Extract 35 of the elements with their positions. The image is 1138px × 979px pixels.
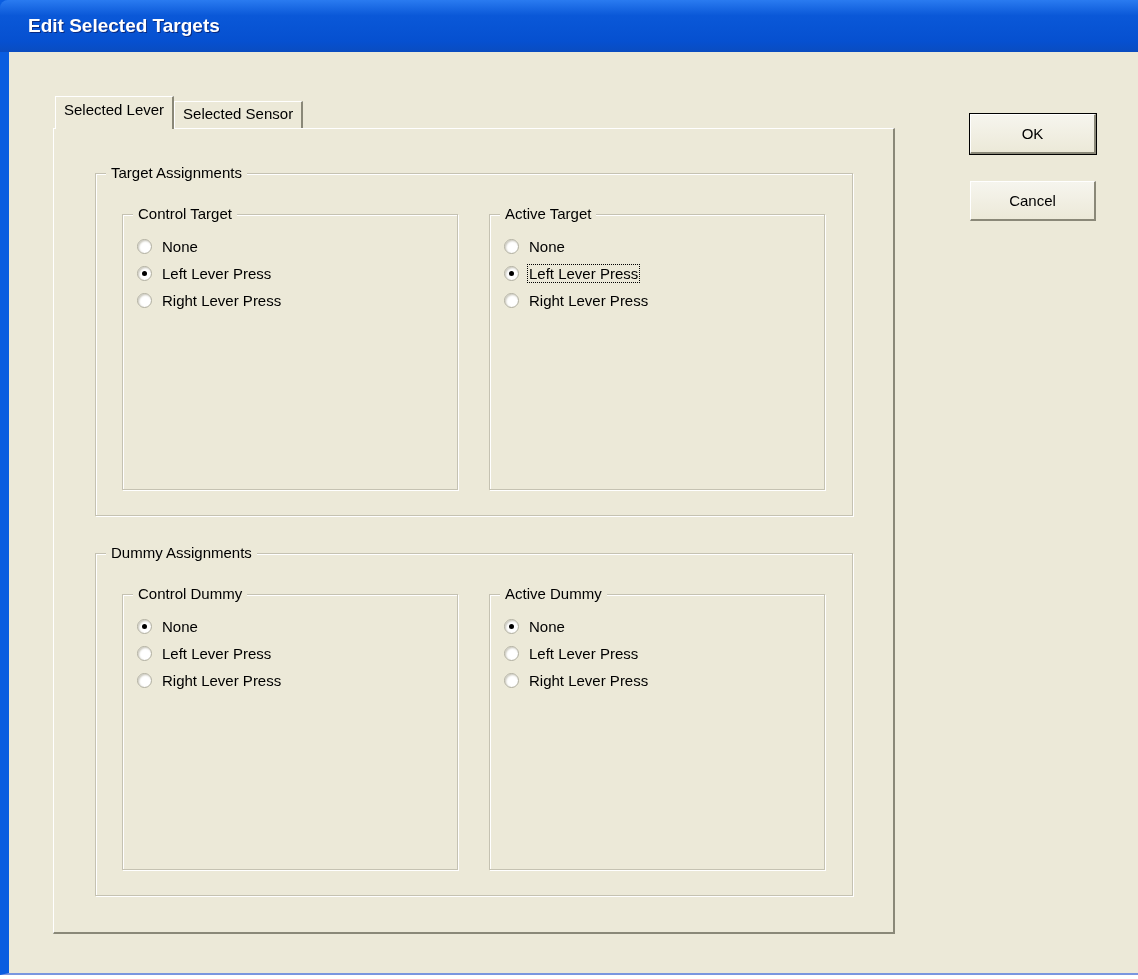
option-label[interactable]: Right Lever Press	[527, 291, 651, 310]
radio-button[interactable]	[137, 239, 152, 254]
radio-button[interactable]	[504, 619, 519, 634]
group-title: Active Dummy	[500, 585, 607, 603]
radio-button[interactable]	[504, 266, 519, 281]
group-title: Target Assignments	[106, 164, 247, 182]
group-title: Control Dummy	[133, 585, 248, 603]
tab[interactable]: Selected Lever	[55, 96, 175, 129]
dialog-button[interactable]: Cancel	[970, 181, 1096, 221]
radio-button[interactable]	[137, 266, 152, 281]
option-label[interactable]: None	[160, 617, 200, 636]
option-label[interactable]: Left Lever Press	[160, 644, 274, 663]
radio-button[interactable]	[504, 673, 519, 688]
tab[interactable]: Selected Sensor	[174, 101, 304, 128]
option-label[interactable]: Right Lever Press	[160, 671, 284, 690]
radio-button[interactable]	[504, 646, 519, 661]
option-label[interactable]: None	[527, 617, 567, 636]
radio-button[interactable]	[504, 239, 519, 254]
option-label[interactable]: None	[160, 237, 200, 256]
option-label[interactable]: Left Lever Press	[160, 264, 274, 283]
window-title: Edit Selected Targets	[28, 15, 220, 37]
option-label[interactable]: Left Lever Press	[527, 264, 641, 283]
group-title: Active Target	[500, 205, 597, 223]
option-label[interactable]: None	[527, 237, 567, 256]
radio-button[interactable]	[137, 673, 152, 688]
radio-button[interactable]	[137, 293, 152, 308]
group-title: Dummy Assignments	[106, 544, 257, 562]
option-label[interactable]: Right Lever Press	[527, 671, 651, 690]
group-title: Control Target	[133, 205, 237, 223]
dialog-button[interactable]: OK	[970, 114, 1096, 154]
option-label[interactable]: Right Lever Press	[160, 291, 284, 310]
option-label[interactable]: Left Lever Press	[527, 644, 641, 663]
radio-button[interactable]	[504, 293, 519, 308]
radio-button[interactable]	[137, 646, 152, 661]
radio-button[interactable]	[137, 619, 152, 634]
